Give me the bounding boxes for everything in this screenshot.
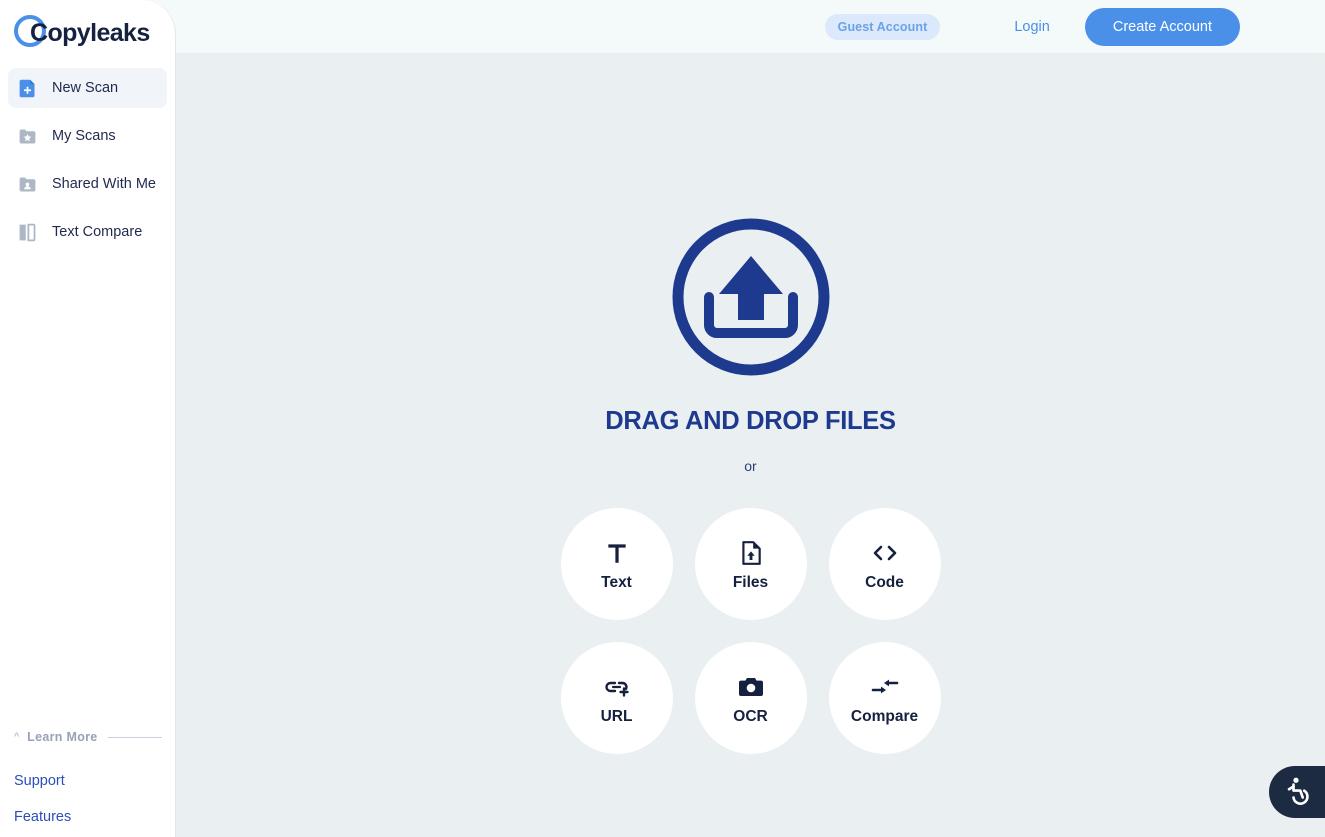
compare-arrows-icon — [869, 670, 901, 704]
sidebar-item-label: Text Compare — [52, 224, 143, 240]
sidebar-item-shared-with-me[interactable]: Shared With Me — [8, 164, 167, 204]
split-document-icon — [16, 221, 38, 243]
link-plus-icon — [602, 670, 632, 704]
page-title: DRAG AND DROP FILES — [605, 407, 896, 435]
text-t-icon — [604, 536, 630, 570]
sidebar-item-label: Shared With Me — [52, 176, 156, 192]
option-label: Files — [732, 574, 769, 591]
option-ocr[interactable]: OCR — [694, 642, 807, 754]
option-label: Text — [601, 574, 632, 591]
sidebar-item-label: My Scans — [52, 128, 116, 144]
camera-icon — [737, 670, 765, 704]
option-label: Compare — [850, 708, 919, 725]
option-label: Code — [865, 574, 904, 591]
option-compare[interactable]: Compare — [828, 642, 941, 754]
sidebar-item-label: New Scan — [52, 80, 119, 96]
sidebar-nav: New Scan My Scans Shared With Me Text Co… — [0, 68, 175, 252]
chevron-up-icon: ^ — [14, 730, 20, 743]
upload-circle-icon[interactable] — [667, 213, 835, 386]
code-brackets-icon — [870, 536, 900, 570]
learn-more-link-support[interactable]: Support — [14, 773, 162, 789]
accessibility-wheelchair-icon — [1282, 775, 1312, 810]
divider — [107, 736, 162, 738]
top-header: Guest Account Login Create Account — [0, 0, 1325, 53]
learn-more-toggle[interactable]: ^ Learn More — [14, 721, 162, 753]
main-content: DRAG AND DROP FILES or Text Files Code U… — [176, 53, 1325, 837]
folder-person-icon — [16, 173, 38, 195]
option-label: OCR — [733, 708, 768, 725]
logo-text: Copyleaks — [30, 18, 150, 47]
app-logo[interactable]: Copyleaks — [0, 0, 175, 52]
option-url[interactable]: URL — [560, 642, 673, 754]
scan-options-grid: Text Files Code URL OCR Compare — [550, 497, 952, 765]
file-upload-icon — [738, 536, 764, 570]
sidebar-item-new-scan[interactable]: New Scan — [8, 68, 167, 108]
option-text[interactable]: Text — [560, 508, 673, 620]
option-label: URL — [600, 708, 633, 725]
create-account-button[interactable]: Create Account — [1084, 7, 1240, 46]
login-link[interactable]: Login — [1014, 19, 1049, 35]
option-code[interactable]: Code — [828, 508, 941, 620]
or-separator-label: or — [744, 458, 757, 474]
document-plus-icon — [16, 77, 38, 99]
sidebar-item-my-scans[interactable]: My Scans — [8, 116, 167, 156]
sidebar: Copyleaks New Scan My Scans Shared With … — [0, 0, 176, 837]
sidebar-item-text-compare[interactable]: Text Compare — [8, 212, 167, 252]
learn-more-link-features[interactable]: Features — [14, 809, 162, 825]
learn-more-title: Learn More — [27, 730, 98, 744]
accessibility-widget-button[interactable] — [1269, 766, 1325, 818]
option-files[interactable]: Files — [694, 508, 807, 620]
learn-more-section: ^ Learn More Support Features — [0, 721, 175, 837]
folder-star-icon — [16, 125, 38, 147]
guest-account-badge: Guest Account — [824, 13, 941, 40]
